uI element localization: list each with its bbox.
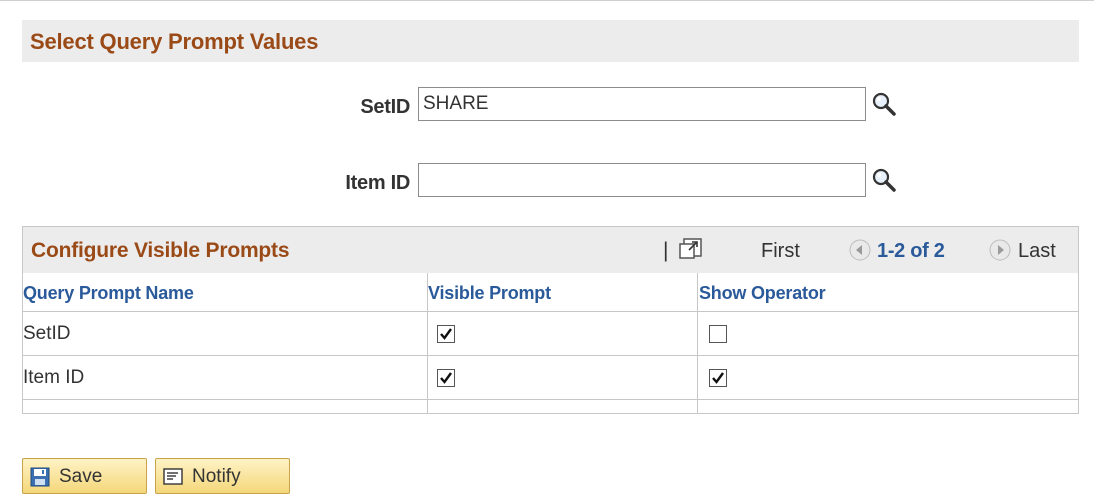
save-icon — [30, 467, 50, 487]
visible-prompt-checkbox[interactable] — [437, 325, 455, 343]
nav-next-icon[interactable] — [989, 239, 1011, 261]
column-header-prompt-name[interactable]: Query Prompt Name — [23, 283, 194, 304]
grid-header: Configure Visible Prompts | First 1-2 of… — [23, 227, 1078, 273]
itemid-lookup-icon[interactable] — [870, 166, 898, 194]
prompt-name-cell: Item ID — [23, 367, 85, 388]
row-count: 1-2 of 2 — [877, 240, 945, 262]
table-row: SetID — [23, 312, 1078, 356]
column-header-visible-prompt[interactable]: Visible Prompt — [428, 283, 551, 304]
itemid-label: Item ID — [345, 172, 410, 194]
show-operator-checkbox[interactable] — [709, 325, 727, 343]
grid-title: Configure Visible Prompts — [31, 239, 290, 262]
column-header-show-operator[interactable]: Show Operator — [699, 283, 826, 304]
setid-input[interactable] — [418, 87, 866, 121]
nav-previous-icon[interactable] — [849, 239, 871, 261]
notify-icon — [163, 468, 183, 485]
nav-separator: | — [663, 239, 669, 262]
nav-first-link[interactable]: First — [761, 240, 800, 263]
prompt-name-cell: SetID — [23, 323, 71, 344]
visible-prompts-grid: Configure Visible Prompts | First 1-2 of… — [22, 226, 1079, 414]
itemid-input[interactable] — [418, 163, 866, 197]
show-operator-checkbox[interactable] — [709, 369, 727, 387]
save-button[interactable]: Save — [22, 458, 147, 494]
visible-prompt-checkbox[interactable] — [437, 369, 455, 387]
top-divider — [0, 0, 1094, 1]
notify-button[interactable]: Notify — [155, 458, 290, 494]
zoom-grid-icon[interactable] — [678, 236, 704, 262]
table-row: Item ID — [23, 356, 1078, 400]
notify-label: Notify — [192, 466, 241, 487]
column-header-row: Query Prompt Name Visible Prompt Show Op… — [23, 273, 1078, 312]
checkmark-icon — [440, 328, 452, 340]
setid-label: SetID — [360, 96, 410, 118]
checkmark-icon — [712, 372, 724, 384]
section-header: Select Query Prompt Values — [22, 20, 1079, 62]
column-divider — [697, 273, 698, 413]
column-divider — [427, 273, 428, 413]
checkmark-icon — [440, 372, 452, 384]
save-label: Save — [59, 466, 103, 487]
setid-lookup-icon[interactable] — [870, 90, 898, 118]
nav-last-link[interactable]: Last — [1018, 240, 1056, 263]
section-title: Select Query Prompt Values — [30, 29, 319, 54]
